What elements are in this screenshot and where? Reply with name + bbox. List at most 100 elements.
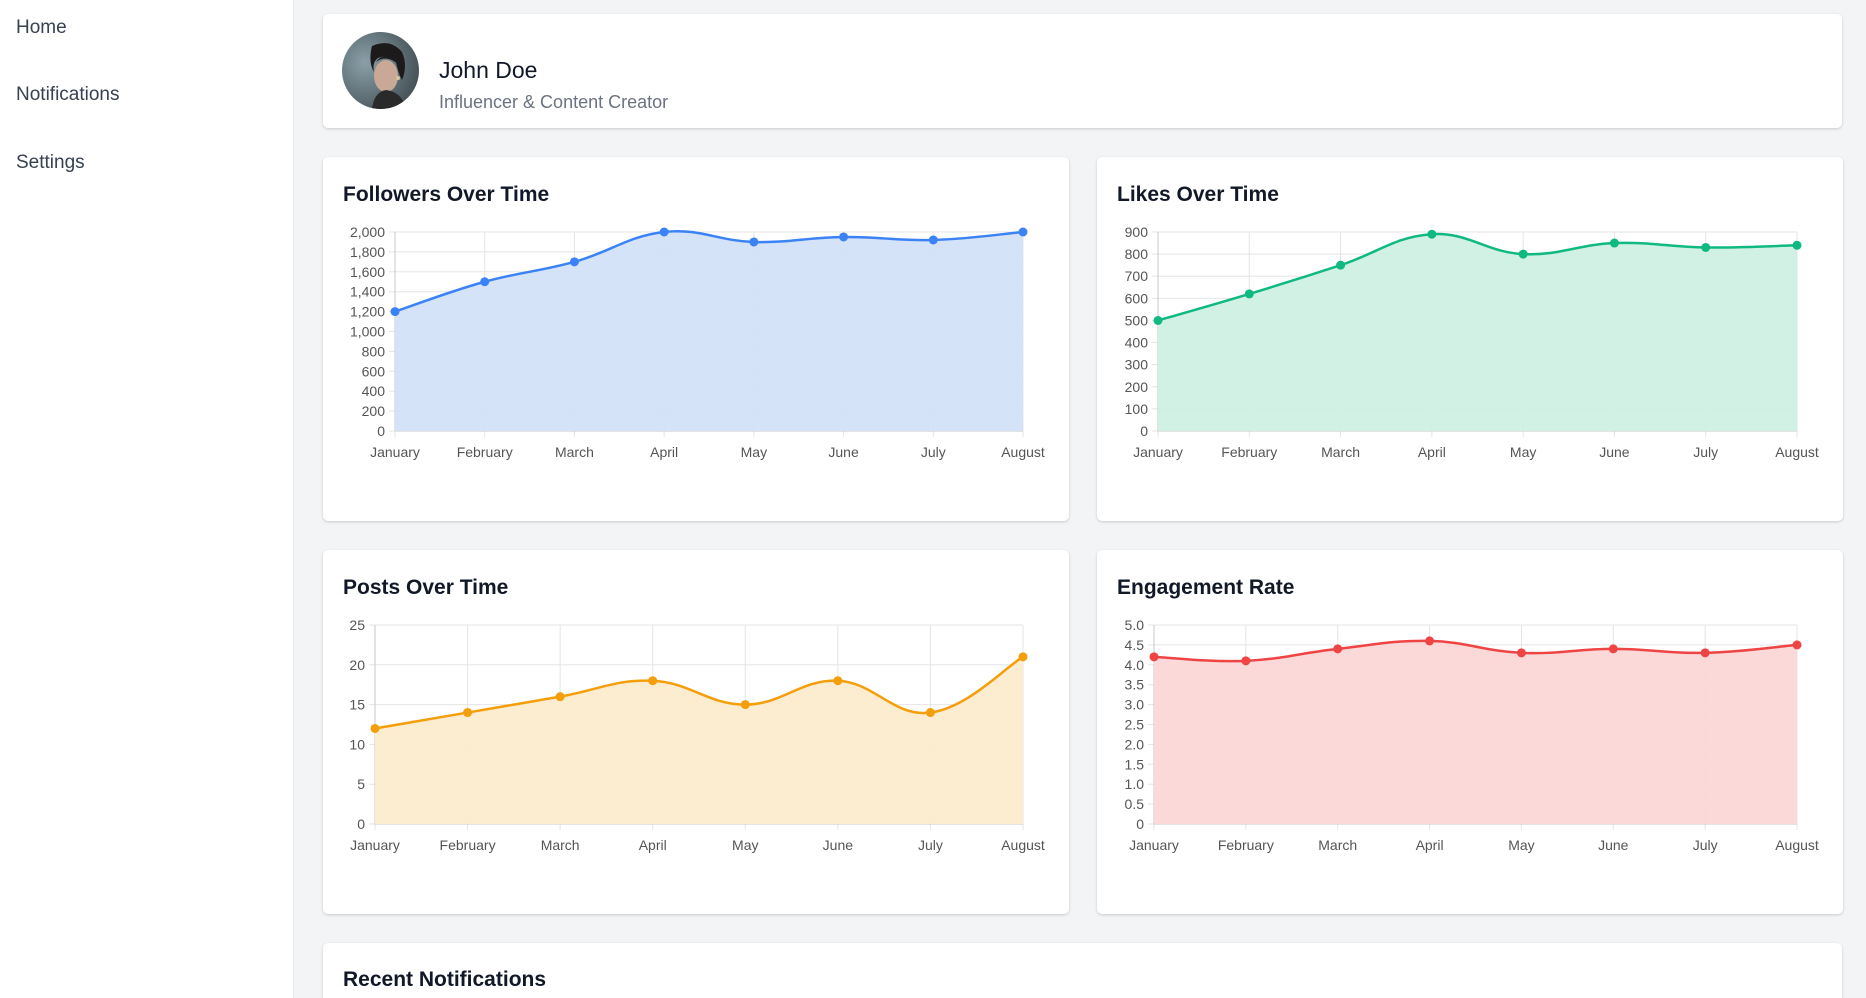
data-point: [1608, 644, 1618, 654]
y-tick-label: 100: [1125, 401, 1149, 417]
x-tick-label: July: [921, 444, 946, 460]
y-tick-label: 900: [1125, 224, 1149, 240]
profile-subtitle: Influencer & Content Creator: [439, 92, 669, 112]
y-tick-label: 20: [349, 657, 365, 673]
x-tick-label: August: [1001, 837, 1045, 853]
data-point: [1518, 249, 1528, 259]
y-tick-label: 1,000: [350, 324, 385, 340]
data-point: [390, 307, 400, 317]
x-tick-label: July: [1693, 837, 1718, 853]
data-point: [1427, 229, 1437, 239]
x-tick-label: February: [440, 837, 496, 853]
x-tick-label: April: [1416, 837, 1444, 853]
y-tick-label: 1,400: [350, 284, 385, 300]
x-tick-label: April: [639, 837, 667, 853]
series-area: [395, 231, 1023, 431]
data-point: [1333, 644, 1343, 654]
data-point: [925, 708, 935, 718]
x-tick-label: February: [457, 444, 513, 460]
y-tick-label: 800: [362, 343, 386, 359]
data-point: [569, 257, 579, 267]
x-tick-label: June: [1599, 444, 1630, 460]
data-point: [463, 708, 473, 718]
y-tick-label: 3.0: [1125, 697, 1145, 713]
y-tick-label: 3.5: [1125, 677, 1145, 693]
y-tick-label: 2.5: [1125, 717, 1145, 733]
series-area: [375, 656, 1023, 824]
y-tick-label: 2,000: [350, 224, 385, 240]
posts-chart-card: Posts Over Time 0 5 10 15 20 25 January Februar…: [323, 550, 1069, 914]
x-tick-label: January: [350, 837, 400, 853]
data-point: [1149, 652, 1159, 662]
x-tick-label: July: [918, 837, 943, 853]
sidebar: Home Notifications Settings: [0, 0, 294, 998]
y-tick-label: 2.0: [1125, 736, 1145, 752]
y-tick-label: 1.0: [1125, 776, 1145, 792]
data-point: [1425, 636, 1435, 646]
y-tick-label: 0: [1140, 423, 1148, 439]
data-point: [1792, 240, 1802, 250]
y-tick-label: 4.5: [1125, 637, 1145, 653]
x-tick-label: January: [1129, 837, 1179, 853]
x-tick-label: May: [1510, 444, 1536, 460]
y-tick-label: 1,800: [350, 244, 385, 260]
engagement-chart: 0 0.5 1.0 1.5 2.0 2.5 3.0 3.5 4.0 4.5 5.0 January Fe…: [1125, 617, 1819, 853]
data-point: [1700, 648, 1710, 658]
y-tick-label: 25: [349, 617, 365, 633]
y-tick-label: 400: [1125, 335, 1149, 351]
y-tick-label: 500: [1125, 312, 1149, 328]
x-tick-label: February: [1221, 444, 1277, 460]
y-tick-label: 0: [357, 816, 365, 832]
notifications-title: Recent Notifications: [343, 968, 547, 991]
avatar: [342, 32, 419, 109]
x-tick-label: January: [1133, 444, 1183, 460]
data-point: [659, 227, 669, 237]
data-point: [1244, 289, 1254, 299]
x-tick-label: July: [1693, 444, 1718, 460]
x-tick-label: April: [650, 444, 678, 460]
likes-chart-card: Likes Over Time 0 100 200 300 400 500 600 700 80…: [1097, 157, 1843, 521]
y-tick-label: 800: [1125, 246, 1149, 262]
series-area: [1154, 640, 1797, 824]
x-tick-label: August: [1001, 444, 1045, 460]
profile-name: John Doe: [439, 57, 538, 83]
y-tick-label: 5.0: [1125, 617, 1145, 633]
data-point: [1792, 640, 1802, 650]
y-tick-label: 700: [1125, 268, 1149, 284]
sidebar-item-home[interactable]: Home: [16, 17, 67, 39]
x-tick-label: June: [823, 837, 854, 853]
y-tick-label: 600: [362, 363, 386, 379]
data-point: [1241, 656, 1251, 666]
followers-chart-card: Followers Over Time 0 200 400 600 800 1,000 1,…: [323, 157, 1069, 521]
followers-chart: 0 200 400 600 800 1,000 1,200 1,400 1,600 1,800 2,…: [350, 224, 1045, 460]
data-point: [749, 237, 759, 247]
y-tick-label: 15: [349, 697, 365, 713]
y-tick-label: 200: [1125, 379, 1149, 395]
y-tick-label: 5: [357, 776, 365, 792]
sidebar-item-notifications[interactable]: Notifications: [16, 84, 120, 106]
sidebar-item-settings[interactable]: Settings: [16, 152, 85, 174]
data-point: [1153, 315, 1163, 325]
data-point: [1336, 260, 1346, 270]
x-tick-label: March: [1321, 444, 1360, 460]
y-tick-label: 300: [1125, 357, 1149, 373]
y-tick-label: 1,600: [350, 264, 385, 280]
y-tick-label: 10: [349, 736, 365, 752]
data-point: [1018, 227, 1028, 237]
data-point: [1609, 238, 1619, 248]
x-tick-label: January: [370, 444, 420, 460]
x-tick-label: February: [1218, 837, 1274, 853]
notifications-card: Recent Notifications: [323, 943, 1842, 998]
x-tick-label: March: [541, 837, 580, 853]
posts-chart: 0 5 10 15 20 25 January February March April May Ju…: [349, 617, 1045, 853]
engagement-chart-card: Engagement Rate 0 0.5 1.0 1.5 2.0 2.5 3.0 3.5 4.…: [1097, 550, 1843, 914]
y-tick-label: 0: [377, 423, 385, 439]
y-tick-label: 200: [362, 403, 386, 419]
y-tick-label: 400: [362, 383, 386, 399]
data-point: [480, 277, 490, 287]
y-tick-label: 1.5: [1125, 756, 1145, 772]
profile-card: John Doe Influencer & Content Creator: [323, 14, 1842, 128]
x-tick-label: August: [1775, 444, 1819, 460]
x-tick-label: June: [828, 444, 859, 460]
data-point: [1516, 648, 1526, 658]
